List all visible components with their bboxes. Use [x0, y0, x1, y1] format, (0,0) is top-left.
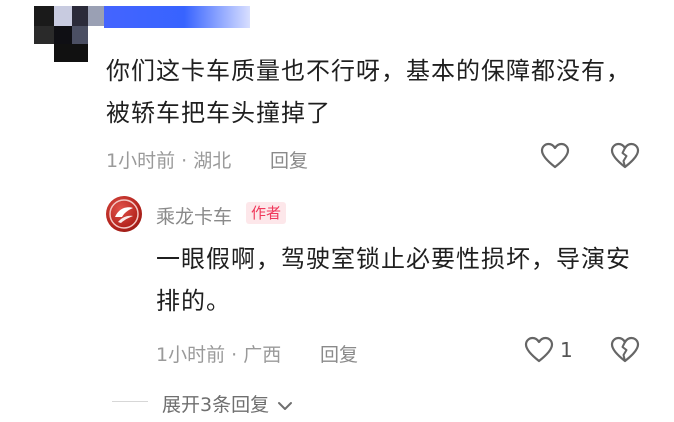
- expand-replies-button[interactable]: 展开3条回复: [162, 390, 293, 417]
- expand-divider: [112, 401, 148, 402]
- comment-location: 湖北: [193, 150, 232, 172]
- reply-reply-button[interactable]: 回复: [320, 340, 358, 367]
- heart-outline-icon[interactable]: [540, 142, 570, 170]
- reply-text-line: 一眼假啊，驾驶室锁止必要性损坏，导演安: [156, 245, 631, 273]
- reply-text: 一眼假啊，驾驶室锁止必要性损坏，导演安 排的。: [156, 238, 646, 322]
- comment-text-line: 被轿车把车头撞掉了: [106, 99, 331, 127]
- comment-text: 你们这卡车质量也不行呀，基本的保障都没有， 被轿车把车头撞掉了: [106, 50, 646, 134]
- heart-outline-icon[interactable]: [524, 336, 554, 364]
- commenter-name-blurred[interactable]: [104, 6, 250, 28]
- chevron-down-icon: [278, 401, 293, 410]
- broken-heart-icon[interactable]: [610, 142, 640, 170]
- reply-location: 广西: [243, 344, 282, 366]
- meta-separator: ·: [231, 344, 238, 366]
- comment-text-line: 你们这卡车质量也不行呀，基本的保障都没有，: [106, 57, 631, 85]
- author-badge: 作者: [246, 202, 287, 224]
- expand-replies-label: 展开3条回复: [162, 394, 270, 416]
- reply-author-name[interactable]: 乘龙卡车: [156, 202, 232, 229]
- chenglong-logo-icon[interactable]: [106, 196, 142, 232]
- broken-heart-icon[interactable]: [610, 336, 640, 364]
- commenter-avatar-blurred[interactable]: [34, 6, 106, 62]
- reply-like-count: 1: [560, 338, 573, 362]
- comment-meta: 1小时前 · 湖北: [106, 146, 231, 173]
- comment-time: 1小时前: [106, 150, 176, 172]
- reply-meta: 1小时前 · 广西: [156, 340, 281, 367]
- reply-text-line: 排的。: [156, 287, 231, 315]
- comment-reply-button[interactable]: 回复: [270, 146, 308, 173]
- meta-separator: ·: [181, 150, 188, 172]
- reply-time: 1小时前: [156, 344, 226, 366]
